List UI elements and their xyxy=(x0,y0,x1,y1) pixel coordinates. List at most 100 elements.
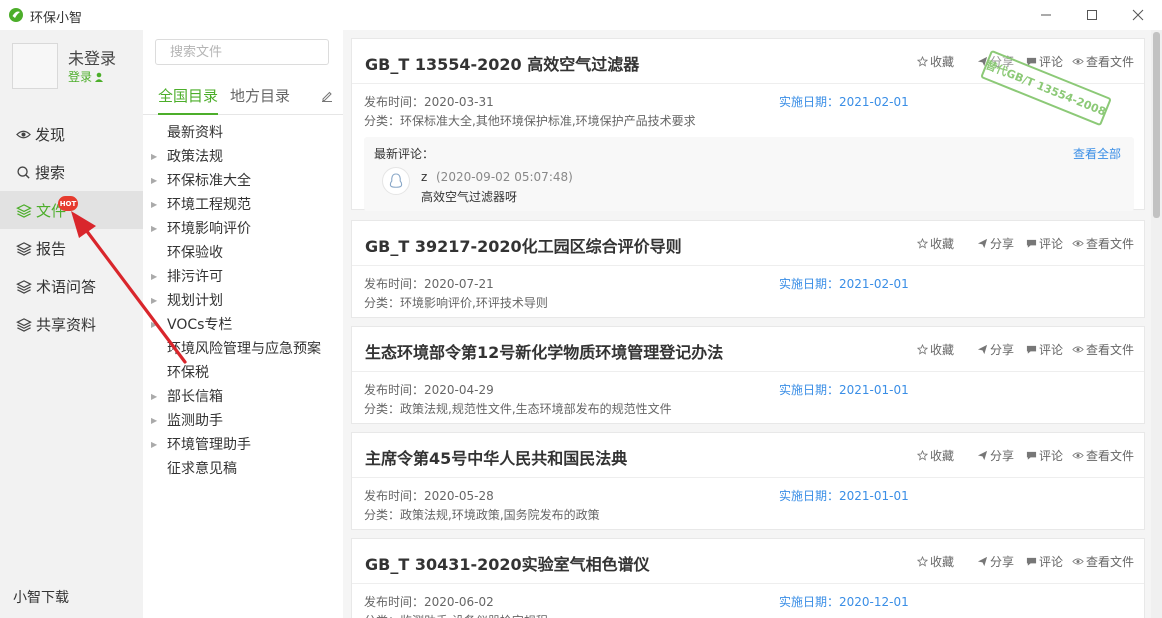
tree-item-label: 规划计划 xyxy=(167,293,223,309)
expand-arrow-icon[interactable]: ▶ xyxy=(151,272,167,281)
publish-value: 2020-07-21 xyxy=(424,277,494,291)
tree-item[interactable]: ▶ 部长信箱 xyxy=(151,384,223,408)
document-card[interactable]: 生态环境部令第12号新化学物质环境管理登记办法 收藏 分享 评论 查看文件 发布时间：20… xyxy=(351,326,1145,424)
share-button[interactable]: 分享 xyxy=(977,553,1014,570)
action-label: 评论 xyxy=(1039,55,1064,69)
scrollbar[interactable] xyxy=(1151,30,1162,618)
favorite-button[interactable]: 收藏 xyxy=(917,447,954,464)
app-window: 环保小智 未登录 登录 发现 搜索 文件 报告 术语问答 共享资料 HOT 小智… xyxy=(0,0,1162,618)
share-button[interactable]: 分享 xyxy=(977,341,1014,358)
tree-item[interactable]: 环境风险管理与应急预案 xyxy=(151,336,321,360)
tree-item-label: 最新资料 xyxy=(167,125,223,141)
tree-item[interactable]: 最新资料 xyxy=(151,120,223,144)
view-all-comments-link[interactable]: 查看全部 xyxy=(1073,145,1121,162)
login-link[interactable]: 登录 xyxy=(68,68,104,85)
nav-item-terms-qa[interactable]: 术语问答 xyxy=(0,267,143,305)
expand-arrow-icon[interactable]: ▶ xyxy=(151,296,167,305)
tree-item[interactable]: ▶ 排污许可 xyxy=(151,264,223,288)
maximize-button[interactable] xyxy=(1069,0,1115,30)
document-title[interactable]: GB_T 39217-2020化工园区综合评价导则 xyxy=(365,233,682,257)
expand-arrow-icon[interactable]: ▶ xyxy=(151,440,167,449)
document-card[interactable]: 主席令第45号中华人民共和国民法典 收藏 分享 评论 查看文件发布时间：2020-05-… xyxy=(351,432,1145,530)
left-nav: 未登录 登录 发现 搜索 文件 报告 术语问答 共享资料 HOT 小智下载 xyxy=(0,30,143,618)
view-file-button[interactable]: 查看文件 xyxy=(1072,447,1134,464)
nav-item-report[interactable]: 报告 xyxy=(0,229,143,267)
scrollbar-thumb[interactable] xyxy=(1153,32,1160,218)
document-title[interactable]: GB_T 13554-2020 高效空气过滤器 xyxy=(365,51,639,75)
layers-icon xyxy=(16,317,32,332)
category-value: 监测助手,设备仪器检定规程 xyxy=(400,614,548,618)
minimize-button[interactable] xyxy=(1023,0,1069,30)
expand-arrow-icon[interactable]: ▶ xyxy=(151,176,167,185)
view-file-button[interactable]: 查看文件 xyxy=(1072,235,1134,252)
action-label: 收藏 xyxy=(930,55,955,69)
document-title[interactable]: 生态环境部令第12号新化学物质环境管理登记办法 xyxy=(365,339,723,363)
document-card[interactable]: GB_T 30431-2020实验室气相色谱仪 收藏 分享 评论 查看文件 发布时间：20… xyxy=(351,538,1145,618)
tree-item[interactable]: ▶ 规划计划 xyxy=(151,288,223,312)
edit-icon[interactable] xyxy=(321,90,333,102)
action-label: 查看文件 xyxy=(1086,237,1135,251)
view-file-button[interactable]: 查看文件 xyxy=(1072,341,1134,358)
publish-date: 发布时间：2020-05-28 xyxy=(364,487,494,504)
category-value: 政策法规,规范性文件,生态环境部发布的规范性文件 xyxy=(400,402,672,416)
close-button[interactable] xyxy=(1115,0,1161,30)
hot-badge: HOT xyxy=(58,196,78,211)
tab-national-directory[interactable]: 全国目录 xyxy=(158,85,219,115)
comment-button[interactable]: 评论 xyxy=(1026,447,1063,464)
comment-button[interactable]: 评论 xyxy=(1026,235,1063,252)
favorite-button[interactable]: 收藏 xyxy=(917,553,954,570)
directory-tabs: 全国目录 地方目录 xyxy=(143,78,343,115)
view-file-button[interactable]: 查看文件 xyxy=(1072,553,1134,570)
category-value: 环境影响评价,环评技术导则 xyxy=(400,296,548,310)
tree-item[interactable]: ▶ 环保标准大全 xyxy=(151,168,251,192)
category-value: 环保标准大全,其他环境保护标准,环境保护产品技术要求 xyxy=(400,114,696,128)
favorite-button[interactable]: 收藏 xyxy=(917,235,954,252)
tree-item[interactable]: ▶ 政策法规 xyxy=(151,144,223,168)
tab-local-directory[interactable]: 地方目录 xyxy=(230,85,290,113)
category-label: 分类： xyxy=(364,614,400,618)
nav-item-search[interactable]: 搜索 xyxy=(0,153,143,191)
comment-button[interactable]: 评论 xyxy=(1026,341,1063,358)
expand-arrow-icon[interactable]: ▶ xyxy=(151,416,167,425)
share-button[interactable]: 分享 xyxy=(977,447,1014,464)
tree-item[interactable]: ▶ VOCs专栏 xyxy=(151,312,232,336)
action-label: 评论 xyxy=(1039,343,1064,357)
comment-button[interactable]: 评论 xyxy=(1026,553,1063,570)
category: 分类：环境影响评价,环评技术导则 xyxy=(364,294,548,311)
document-title[interactable]: 主席令第45号中华人民共和国民法典 xyxy=(365,445,627,469)
tree-item[interactable]: 环保验收 xyxy=(151,240,223,264)
nav-item-find[interactable]: 发现 xyxy=(0,115,143,153)
tree-item[interactable]: 征求意见稿 xyxy=(151,456,237,480)
expand-arrow-icon[interactable]: ▶ xyxy=(151,392,167,401)
tree-item[interactable]: 环保税 xyxy=(151,360,209,384)
tree-item[interactable]: ▶ 环境影响评价 xyxy=(151,216,251,240)
tree-item[interactable]: ▶ 环境工程规范 xyxy=(151,192,251,216)
implement-date: 实施日期：2020-12-01 xyxy=(779,593,909,610)
tree-item-label: 环境管理助手 xyxy=(167,437,251,453)
expand-arrow-icon[interactable]: ▶ xyxy=(151,320,167,329)
publish-date: 发布时间：2020-07-21 xyxy=(364,275,494,292)
publish-label: 发布时间： xyxy=(364,95,425,109)
document-card[interactable]: GB_T 39217-2020化工园区综合评价导则 收藏 分享 评论 查看文件发布时间：… xyxy=(351,220,1145,318)
favorite-button[interactable]: 收藏 xyxy=(917,53,954,70)
favorite-button[interactable]: 收藏 xyxy=(917,341,954,358)
tree-item[interactable]: ▶ 环境管理助手 xyxy=(151,432,251,456)
expand-arrow-icon[interactable]: ▶ xyxy=(151,224,167,233)
tree-item-label: 征求意见稿 xyxy=(167,461,237,477)
search-input[interactable] xyxy=(155,39,329,65)
user-icon xyxy=(95,72,104,82)
expand-arrow-icon[interactable]: ▶ xyxy=(151,200,167,209)
action-label: 分享 xyxy=(990,343,1015,357)
document-title[interactable]: GB_T 30431-2020实验室气相色谱仪 xyxy=(365,551,650,575)
nav-item-shared-docs[interactable]: 共享资料 xyxy=(0,305,143,343)
share-button[interactable]: 分享 xyxy=(977,235,1014,252)
expand-arrow-icon[interactable]: ▶ xyxy=(151,152,167,161)
tree-item[interactable]: ▶ 监测助手 xyxy=(151,408,223,432)
star-icon xyxy=(917,344,928,355)
view-file-button[interactable]: 查看文件 xyxy=(1072,53,1134,70)
download-link[interactable]: 小智下载 xyxy=(13,587,69,607)
document-card[interactable]: GB_T 13554-2020 高效空气过滤器 收藏 分享 评论 查看文件 发布时间：20… xyxy=(351,38,1145,211)
avatar[interactable] xyxy=(12,43,58,89)
commenter-avatar xyxy=(382,167,410,195)
minimize-icon xyxy=(1041,14,1051,16)
